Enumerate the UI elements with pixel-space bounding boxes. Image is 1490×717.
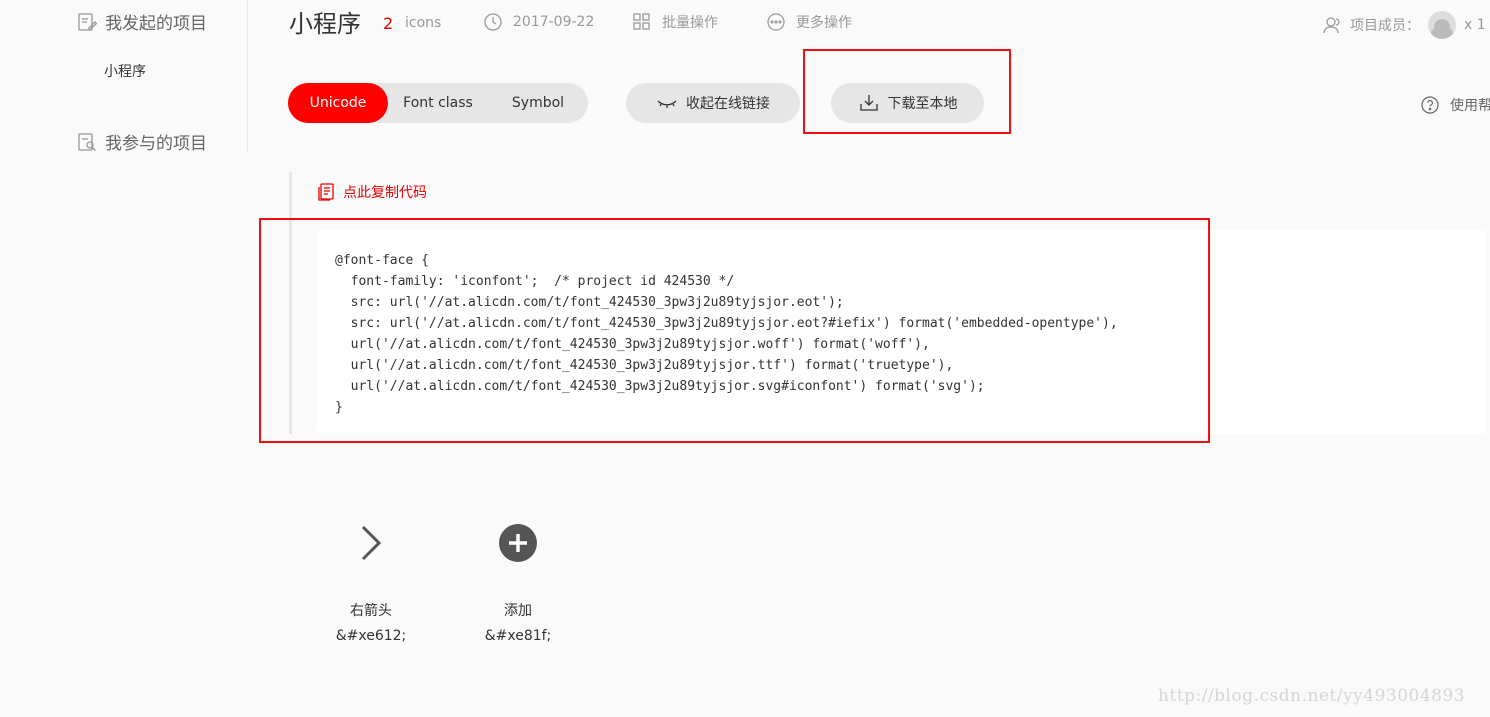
created-date-text: 2017-09-22 [513, 14, 595, 30]
tab-font-class[interactable]: Font class [388, 83, 488, 123]
copy-code-button[interactable]: 点此复制代码 [317, 182, 427, 202]
sidebar-group-label: 我发起的项目 [105, 14, 207, 34]
members-label: 项目成员： [1350, 18, 1420, 34]
copy-code-label: 点此复制代码 [343, 185, 427, 201]
batch-operations-button[interactable]: 批量操作 [632, 12, 718, 32]
font-face-code: @font-face { font-family: 'iconfont'; /*… [335, 253, 1118, 415]
avatar[interactable] [1428, 11, 1456, 39]
sidebar-group-label: 我参与的项目 [105, 134, 207, 154]
download-icon [859, 95, 878, 111]
grid-icon [633, 13, 650, 30]
sidebar-group-joined-projects[interactable]: 我参与的项目 [77, 129, 207, 154]
edit-document-icon [78, 12, 97, 31]
collapse-online-link-label: 收起在线链接 [686, 96, 770, 112]
copy-icon [318, 183, 334, 201]
more-operations-label: 更多操作 [796, 15, 852, 31]
icon-name: 添加 [504, 603, 532, 619]
format-tabs: Unicode Font class Symbol [288, 83, 588, 123]
members-count: x 1 [1464, 17, 1486, 33]
search-document-icon [78, 132, 96, 151]
question-icon [1421, 96, 1439, 114]
sidebar-item-project[interactable]: 小程序 [104, 61, 146, 81]
tab-unicode[interactable]: Unicode [288, 83, 388, 123]
more-icon [767, 13, 785, 31]
help-label: 使用帮助 [1450, 98, 1490, 114]
collapse-online-link-button[interactable]: 收起在线链接 [626, 83, 800, 123]
tab-symbol[interactable]: Symbol [488, 83, 588, 123]
code-block: @font-face { font-family: 'iconfont'; /*… [317, 230, 1485, 434]
plus-circle-icon [499, 524, 537, 562]
code-panel-rule [289, 172, 292, 434]
download-local-button[interactable]: 下载至本地 [831, 83, 984, 123]
batch-operations-label: 批量操作 [662, 15, 718, 31]
help-link-clip: 使用帮助 [1420, 90, 1490, 120]
project-members[interactable]: 项目成员： x 1 [1322, 11, 1486, 39]
users-icon [1323, 17, 1340, 34]
closed-eye-icon [657, 100, 677, 108]
download-local-label: 下载至本地 [887, 96, 958, 112]
icon-unicode: &#xe81f; [484, 628, 552, 644]
more-operations-button[interactable]: 更多操作 [766, 12, 852, 32]
watermark: http://blog.csdn.net/yy493004893 [1158, 686, 1466, 706]
chevron-right-icon [361, 525, 382, 561]
icon-card[interactable]: 添加 &#xe81f; [463, 510, 573, 644]
help-link[interactable]: 使用帮助 [1420, 95, 1490, 115]
icon-count-label: icons [405, 15, 442, 31]
sidebar-group-my-projects[interactable]: 我发起的项目 [77, 9, 207, 34]
page-title: 小程序 [289, 10, 361, 38]
created-date: 2017-09-22 [483, 12, 594, 32]
clock-icon [484, 13, 502, 31]
icon-card[interactable]: 右箭头 &#xe612; [316, 510, 426, 644]
sidebar: 我发起的项目 小程序 我参与的项目 [0, 0, 248, 154]
icon-count: 2 [383, 14, 394, 33]
icon-unicode: &#xe612; [335, 628, 407, 644]
icon-name: 右箭头 [350, 603, 392, 619]
